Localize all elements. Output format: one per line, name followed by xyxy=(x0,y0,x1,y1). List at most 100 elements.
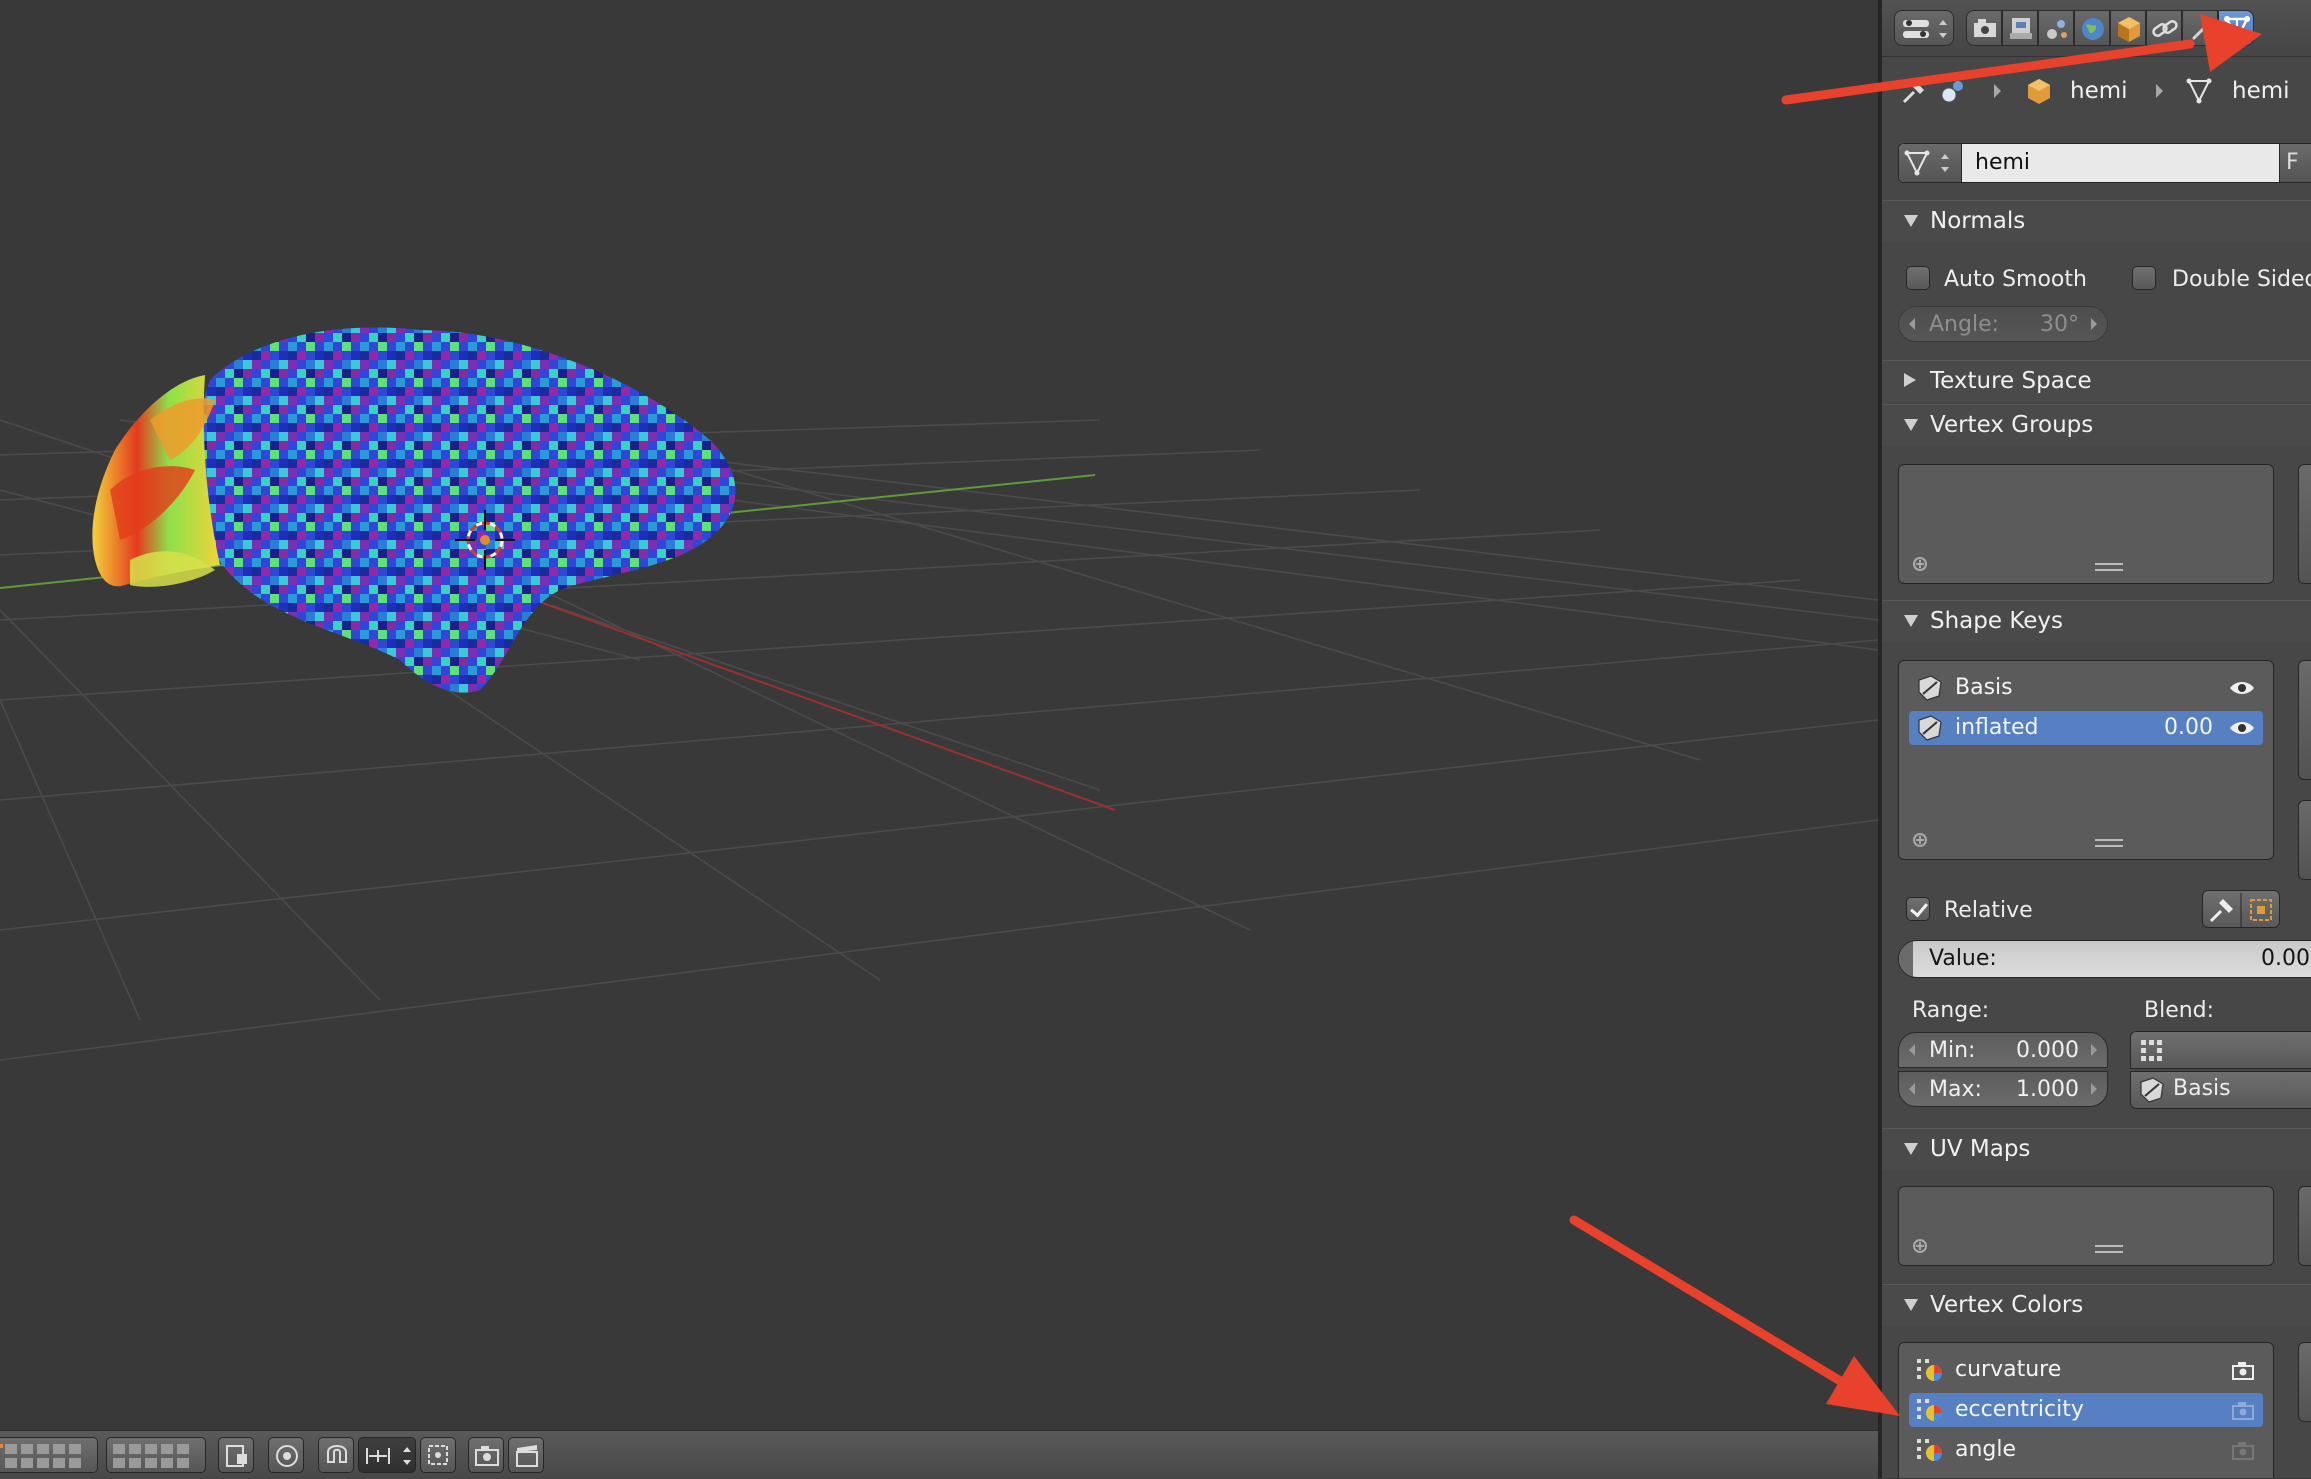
snap-target-button[interactable] xyxy=(420,1437,456,1473)
mesh-datablock-selector[interactable]: hemi F xyxy=(1898,143,2311,183)
3d-viewport[interactable] xyxy=(0,0,1878,1430)
eye-icon[interactable] xyxy=(2229,719,2255,737)
vertex-color-side-buttons[interactable] xyxy=(2298,1342,2311,1422)
resize-grip-icon[interactable] xyxy=(2095,1245,2123,1253)
layer-grid-icon xyxy=(0,1444,81,1468)
tab-object[interactable] xyxy=(2110,10,2146,46)
lock-layers-button[interactable] xyxy=(218,1437,254,1473)
snap-element-button[interactable] xyxy=(358,1437,416,1473)
shape-key-value[interactable]: 0.00 xyxy=(2164,715,2213,740)
uv-maps-list[interactable] xyxy=(1898,1186,2274,1266)
layers-left-button[interactable] xyxy=(0,1437,98,1473)
decrement-arrow-icon xyxy=(1909,318,1915,330)
pivot-point-button[interactable] xyxy=(268,1437,304,1473)
decrement-arrow-icon xyxy=(1909,1044,1915,1056)
browse-mesh-button[interactable] xyxy=(1899,144,1962,182)
render-camera-icon[interactable] xyxy=(2231,1361,2255,1381)
mesh-name-field[interactable]: hemi xyxy=(1975,150,2030,175)
camera-icon xyxy=(1974,19,1996,37)
vertex-colors-list[interactable]: curvature eccentricity angle xyxy=(1898,1342,2274,1478)
auto-smooth-label: Auto Smooth xyxy=(1944,267,2087,292)
render-camera-icon[interactable] xyxy=(2231,1441,2255,1461)
shape-key-add-remove-buttons[interactable] xyxy=(2298,660,2311,780)
vertex-color-icon xyxy=(1917,1359,1942,1381)
vertex-groups-list[interactable] xyxy=(1898,464,2274,584)
pin-icon[interactable] xyxy=(1898,76,1928,106)
fake-user-button[interactable]: F xyxy=(2279,144,2311,182)
chain-link-icon xyxy=(2152,20,2178,37)
vertex-color-row[interactable]: eccentricity xyxy=(1909,1393,2263,1427)
double-sided-label: Double Sided xyxy=(2172,267,2311,292)
panel-title: Texture Space xyxy=(1930,368,2092,394)
layers-right-button[interactable] xyxy=(106,1437,206,1473)
pin-edit-mode-icon xyxy=(2209,893,2272,927)
breadcrumb-object: hemi xyxy=(2070,78,2128,104)
snap-increment-icon xyxy=(366,1447,411,1465)
snap-toggle-button[interactable] xyxy=(318,1437,354,1473)
auto-smooth-angle-field[interactable]: Angle: 30° xyxy=(1898,306,2108,342)
tab-render-layers[interactable] xyxy=(2002,10,2038,46)
clapboard-icon xyxy=(516,1445,538,1467)
expand-arrow-icon xyxy=(1904,615,1918,627)
expand-arrow-icon xyxy=(1904,1299,1918,1311)
shape-key-icon xyxy=(1918,715,1942,741)
shape-key-row[interactable]: Basis xyxy=(1909,671,2263,705)
tab-object-data[interactable] xyxy=(2218,10,2254,46)
tab-constraints[interactable] xyxy=(2146,10,2182,46)
vertex-color-row[interactable]: curvature xyxy=(1909,1353,2263,1387)
vertex-color-row[interactable]: angle xyxy=(1909,1433,2263,1467)
uv-map-side-buttons[interactable] xyxy=(2298,1186,2311,1266)
tab-world[interactable] xyxy=(2074,10,2110,46)
filter-options-icon[interactable] xyxy=(1913,557,1927,571)
resize-grip-icon[interactable] xyxy=(2095,563,2123,571)
magnet-icon xyxy=(327,1445,347,1463)
viewport-scene[interactable] xyxy=(0,0,1878,1430)
relative-label: Relative xyxy=(1944,898,2033,923)
opengl-render-button[interactable] xyxy=(468,1437,504,1473)
camera-icon xyxy=(475,1446,499,1466)
shape-key-row[interactable]: inflated 0.00 xyxy=(1909,711,2263,745)
editor-type-button[interactable] xyxy=(1894,10,1954,46)
range-max-field[interactable]: Max: 1.000 xyxy=(1898,1071,2108,1107)
properties-context-tabs xyxy=(1882,0,2311,57)
relative-key-name: Basis xyxy=(2173,1076,2231,1101)
panel-uv-maps-header[interactable]: UV Maps xyxy=(1882,1128,2311,1170)
shape-key-move-buttons[interactable] xyxy=(2298,800,2311,880)
auto-smooth-checkbox[interactable] xyxy=(1906,266,1930,290)
tab-render[interactable] xyxy=(1966,10,2002,46)
blend-vertex-group-field[interactable] xyxy=(2130,1031,2311,1069)
vertex-color-name: angle xyxy=(1955,1437,2017,1462)
vertex-group-side-buttons[interactable] xyxy=(2298,464,2311,584)
vertex-group-icon xyxy=(2141,1040,2162,1061)
opengl-animation-button[interactable] xyxy=(508,1437,544,1473)
panel-vertex-groups-header[interactable]: Vertex Groups xyxy=(1882,404,2311,446)
filter-options-icon[interactable] xyxy=(1913,833,1927,847)
range-label: Range: xyxy=(1912,998,1990,1023)
relative-key-field[interactable]: Basis xyxy=(2130,1071,2311,1109)
panel-normals-header[interactable]: Normals xyxy=(1882,200,2311,242)
panel-title: Vertex Colors xyxy=(1930,1292,2084,1318)
relative-checkbox[interactable] xyxy=(1906,897,1930,921)
world-icon xyxy=(2082,18,2104,40)
pivot-icon xyxy=(276,1445,298,1467)
panel-title: Vertex Groups xyxy=(1930,412,2094,438)
shape-key-name: Basis xyxy=(1955,675,2013,700)
tab-scene[interactable] xyxy=(2038,10,2074,46)
panel-shape-keys-header[interactable]: Shape Keys xyxy=(1882,600,2311,642)
tab-modifiers[interactable] xyxy=(2182,10,2218,46)
render-camera-icon[interactable] xyxy=(2231,1401,2255,1421)
value-number: 0.000 xyxy=(2261,946,2311,971)
cube-icon xyxy=(2118,17,2140,42)
double-sided-checkbox[interactable] xyxy=(2132,266,2156,290)
shape-key-value-slider[interactable]: Value: 0.000 xyxy=(1898,940,2311,978)
min-label: Min: xyxy=(1929,1038,1976,1063)
range-min-field[interactable]: Min: 0.000 xyxy=(1898,1032,2108,1068)
panel-vertex-colors-header[interactable]: Vertex Colors xyxy=(1882,1284,2311,1326)
panel-texture-space-header[interactable]: Texture Space xyxy=(1882,360,2311,402)
resize-grip-icon[interactable] xyxy=(2095,839,2123,847)
max-label: Max: xyxy=(1929,1077,1982,1102)
eye-icon[interactable] xyxy=(2229,679,2255,697)
shape-key-lock-buttons[interactable] xyxy=(2202,890,2280,928)
shape-keys-list[interactable]: Basis inflated 0.00 xyxy=(1898,660,2274,860)
filter-options-icon[interactable] xyxy=(1913,1239,1927,1253)
